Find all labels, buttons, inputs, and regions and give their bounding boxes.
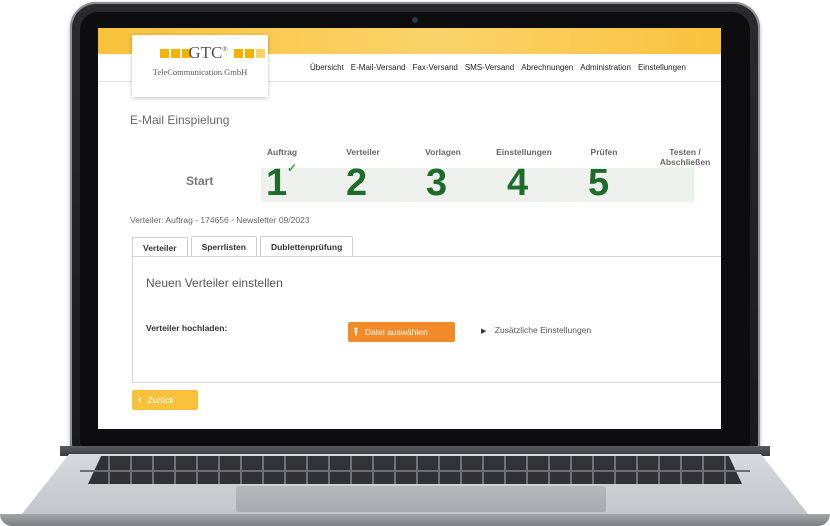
stepper-track (261, 168, 694, 202)
step-label-auftrag: Auftrag (266, 147, 298, 157)
tab-panel-verteiler: Neuen Verteiler einstellen Verteiler hoc… (132, 256, 721, 383)
step-number-5[interactable]: 5 (588, 164, 609, 202)
chevron-left-icon: ‹ (138, 394, 142, 406)
logo-registered: ® (222, 45, 228, 54)
upload-icon: ⭱ (354, 325, 358, 338)
upload-label: Verteiler hochladen: (146, 323, 228, 333)
nav-item-email-versand[interactable]: E-Mail-Versand (351, 63, 406, 72)
verteiler-info: Verteiler: Auftrag - 174656 - Newsletter… (130, 215, 310, 225)
keyboard-row-divider (80, 470, 750, 472)
step-number-4[interactable]: 4 (507, 164, 528, 202)
trackpad (236, 486, 606, 512)
step-label-pruefen: Prüfen (590, 147, 618, 157)
app-screen: Übersicht E-Mail-Versand Fax-Versand SMS… (98, 28, 721, 429)
logo-name: GTC (188, 43, 223, 62)
step-label-vorlagen: Vorlagen (425, 147, 461, 157)
stepper-start-label: Start (186, 174, 214, 188)
step-number-3[interactable]: 3 (426, 164, 447, 202)
page-title: E-Mail Einspielung (130, 113, 230, 127)
step-label-verteiler: Verteiler (346, 147, 380, 157)
logo-subtitle: TeleCommunication GmbH (152, 67, 248, 77)
tab-bar: Verteiler Sperrlisten Dublettenprüfung (132, 236, 356, 259)
nav-item-einstellungen[interactable]: Einstellungen (638, 63, 686, 72)
panel-heading: Neuen Verteiler einstellen (146, 276, 283, 290)
laptop-base-lip (0, 514, 830, 526)
step-label-einstellungen: Einstellungen (496, 147, 552, 157)
company-logo[interactable]: GTC® TeleCommunication GmbH (132, 35, 268, 97)
tab-dublettenpruefung[interactable]: Dublettenprüfung (259, 236, 354, 258)
step-number-1[interactable]: 1 (266, 164, 287, 202)
nav-menu: Übersicht E-Mail-Versand Fax-Versand SMS… (310, 63, 686, 72)
nav-item-fax-versand[interactable]: Fax-Versand (412, 63, 457, 72)
nav-item-sms-versand[interactable]: SMS-Versand (465, 63, 514, 72)
step-label-testen-abschliessen: Testen / Abschließen (659, 147, 711, 167)
extra-settings-label: Zusätzliche Einstellungen (494, 325, 592, 335)
check-icon: ✓ (287, 161, 298, 175)
back-button-label: Zurück (147, 395, 174, 405)
step-number-2[interactable]: 2 (346, 164, 367, 202)
caret-right-icon: ▶ (481, 328, 487, 335)
tab-sperrlisten[interactable]: Sperrlisten (190, 236, 257, 258)
choose-file-label: Datei auswählen (364, 327, 428, 337)
choose-file-button[interactable]: ⭱ Datei auswählen (348, 322, 455, 342)
laptop-base (0, 446, 830, 526)
extra-settings-toggle[interactable]: ▶ Zusätzliche Einstellungen (481, 325, 591, 335)
nav-item-abrechnungen[interactable]: Abrechnungen (521, 63, 573, 72)
logo-bars-right (234, 49, 265, 58)
nav-item-uebersicht[interactable]: Übersicht (310, 63, 344, 72)
back-button[interactable]: ‹ Zurück (132, 390, 198, 410)
nav-item-administration[interactable]: Administration (580, 63, 631, 72)
camera-icon (412, 17, 418, 23)
